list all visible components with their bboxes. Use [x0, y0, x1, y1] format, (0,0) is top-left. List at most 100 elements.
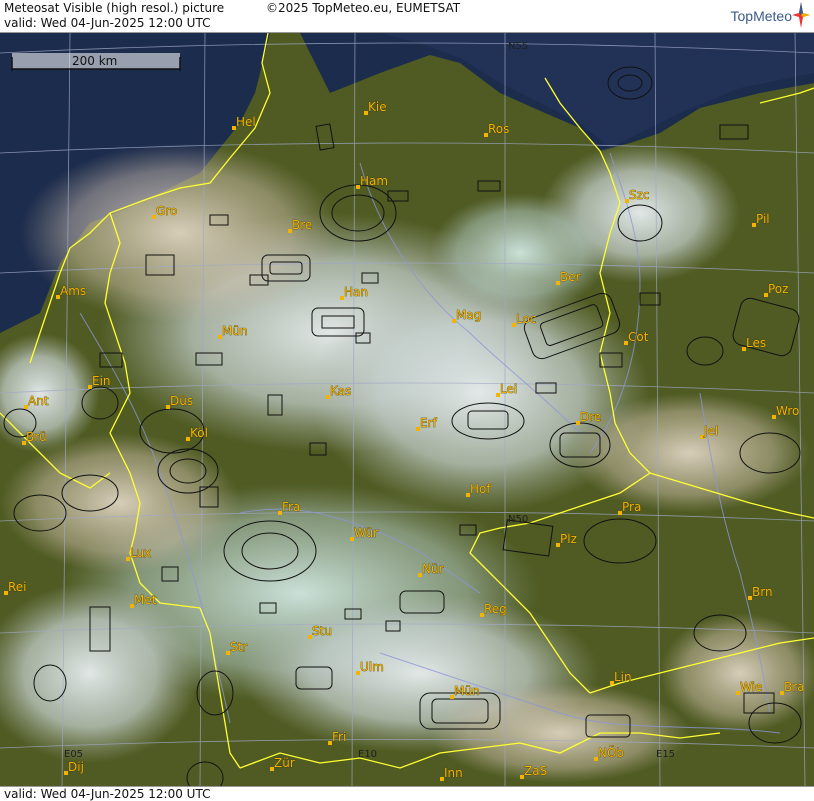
city-label: Köl: [190, 426, 208, 440]
city-poz: Poz: [764, 282, 789, 297]
topmeteo-logo: TopMeteo: [730, 8, 792, 24]
city-szc: Szc: [625, 188, 650, 203]
city-label: Wür: [354, 526, 378, 540]
city-label: Mün: [454, 684, 480, 698]
city-label: Kas: [330, 384, 351, 398]
city-loc: Loc: [512, 312, 537, 327]
city-label: Lux: [130, 546, 151, 560]
satellite-image: N55 N50 E05 E10 E15 200 km Hel Kie Ros Ham S…: [0, 33, 814, 786]
city-label: Str: [230, 640, 247, 654]
city-label: Pil: [756, 212, 770, 226]
city-kie: Kie: [364, 100, 387, 115]
city-ein: Ein: [88, 374, 111, 389]
city-label: Szc: [629, 188, 650, 202]
city-ros: Ros: [484, 122, 510, 137]
city-wro: Wro: [772, 404, 800, 419]
city-rei: Rei: [4, 580, 27, 595]
city-label: Plz: [560, 532, 577, 546]
city-hel: Hel: [232, 115, 256, 130]
city-label: Erf: [420, 416, 438, 430]
city-label: Dre: [580, 410, 601, 424]
city-bru: Brü: [22, 430, 47, 445]
city-label: Hel: [236, 115, 256, 129]
city-mun-chen: Mün: [450, 684, 480, 699]
coord-e05: E05: [64, 749, 83, 760]
city-label: Brü: [26, 430, 47, 444]
copyright-text: ©2025 TopMeteo.eu, EUMETSAT: [266, 1, 461, 15]
city-label: ZaS: [524, 764, 547, 778]
city-fra: Fra: [278, 500, 301, 515]
city-label: Ber: [560, 270, 581, 284]
city-bra: Bra: [780, 680, 805, 695]
city-label: Fri: [332, 730, 346, 744]
city-zas: ZaS: [520, 764, 548, 779]
satellite-map-viewer: Meteosat Visible (high resol.) picture ©…: [0, 0, 814, 801]
city-nur: Nür: [418, 562, 444, 577]
city-cot: Cot: [624, 330, 649, 345]
scale-label: 200 km: [72, 54, 117, 68]
city-label: Ulm: [360, 660, 384, 674]
city-label: Kie: [368, 100, 387, 114]
city-reg: Reg: [480, 602, 507, 617]
city-wur: Wür: [350, 526, 378, 541]
city-ant: Ant: [24, 394, 49, 409]
city-dus: Düs: [166, 394, 193, 409]
footer-bar: valid: Wed 04-Jun-2025 12:00 UTC: [0, 786, 814, 801]
city-zur: Zür: [270, 756, 295, 771]
city-label: Dij: [68, 760, 84, 774]
city-label: Düs: [170, 394, 193, 408]
city-label: Rei: [8, 580, 27, 594]
city-plz: Plz: [556, 532, 577, 547]
city-ams: Ams: [56, 284, 86, 299]
city-ber: Ber: [556, 270, 581, 285]
city-label: Wie: [740, 680, 762, 694]
image-title: Meteosat Visible (high resol.) picture: [4, 1, 225, 15]
city-str: Str: [226, 640, 248, 655]
city-label: Loc: [516, 312, 536, 326]
city-met: Met: [130, 593, 157, 608]
city-inn: Inn: [440, 766, 463, 781]
city-label: Met: [134, 593, 157, 607]
city-lin: Lin: [610, 670, 632, 685]
city-brn: Brn: [748, 585, 773, 600]
city-bre: Bre: [288, 218, 313, 233]
city-label: Bra: [784, 680, 805, 694]
city-label: Ein: [92, 374, 111, 388]
city-kas: Kas: [326, 384, 352, 399]
city-label: Brn: [752, 585, 773, 599]
city-label: Ham: [360, 174, 388, 188]
city-label: Fra: [282, 500, 300, 514]
header-bar: Meteosat Visible (high resol.) picture ©…: [0, 0, 814, 33]
city-label: Mün: [222, 324, 248, 338]
city-label: Stu: [312, 624, 332, 638]
city-label: Han: [344, 285, 368, 299]
city-les: Les: [742, 336, 766, 351]
city-label: Reg: [484, 602, 507, 616]
city-label: Hof: [470, 482, 491, 496]
city-mun-ster: Mün: [218, 324, 248, 339]
city-label: Ant: [28, 394, 49, 408]
city-gro: Gro: [152, 204, 178, 219]
city-lei: Lei: [496, 382, 518, 397]
city-label: Bre: [292, 218, 312, 232]
coord-n55: N55: [508, 41, 528, 52]
city-label: Wro: [776, 404, 799, 418]
city-nob: NÖb: [594, 744, 624, 761]
city-label: Gro: [156, 204, 177, 218]
city-erf: Erf: [416, 416, 438, 431]
city-kol: Köl: [186, 426, 208, 441]
city-label: Cot: [628, 330, 649, 344]
city-label: NÖb: [598, 744, 624, 760]
city-label: Nür: [422, 562, 444, 576]
city-label: Pra: [622, 500, 641, 514]
valid-time: valid: Wed 04-Jun-2025 12:00 UTC: [4, 16, 211, 30]
city-label: Les: [746, 336, 766, 350]
city-label: Lin: [614, 670, 632, 684]
coord-e10: E10: [358, 749, 377, 760]
city-stu: Stu: [308, 624, 332, 639]
city-label: Ros: [488, 122, 509, 136]
coord-e15: E15: [656, 749, 675, 760]
city-label: Ams: [60, 284, 86, 298]
city-wie: Wie: [736, 680, 763, 695]
city-pra: Pra: [618, 500, 642, 515]
